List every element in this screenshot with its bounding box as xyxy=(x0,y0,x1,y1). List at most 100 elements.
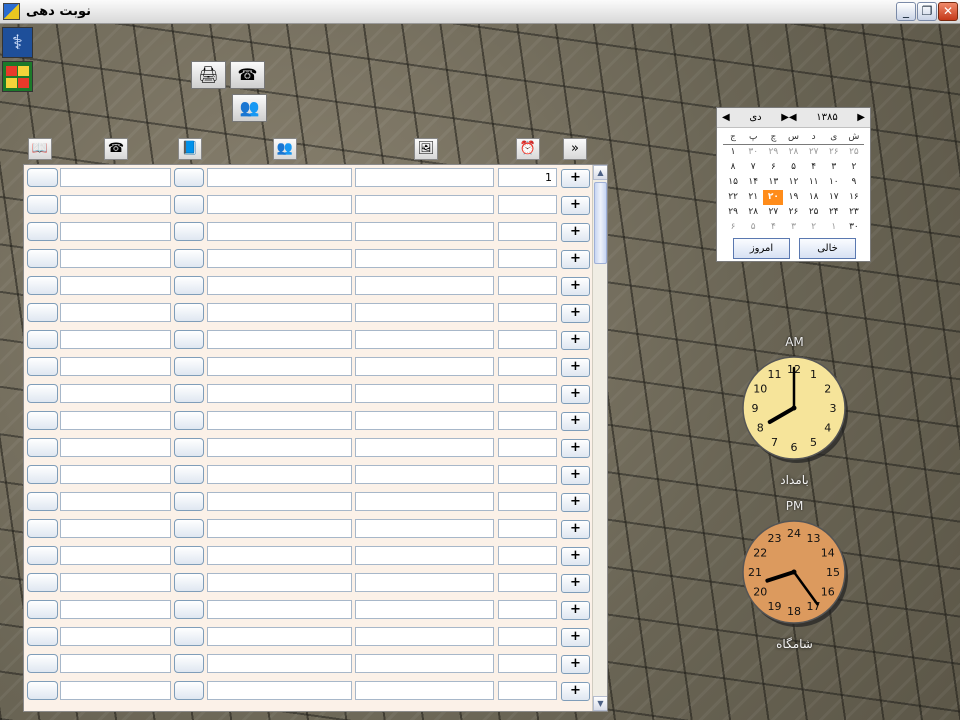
next-year-icon[interactable]: ▶ xyxy=(857,112,865,123)
calendar-day[interactable]: ۲۵ xyxy=(844,145,864,160)
add-button[interactable]: + xyxy=(561,385,590,404)
month-name[interactable]: دی xyxy=(749,112,761,123)
turn-number-field[interactable] xyxy=(498,573,557,592)
calendar-day[interactable]: ۳۰ xyxy=(844,220,864,235)
turn-number-field[interactable] xyxy=(498,411,557,430)
row-select-button[interactable] xyxy=(27,222,58,241)
phone-field[interactable] xyxy=(60,168,171,187)
prev-month-icon[interactable]: ◀ xyxy=(722,112,730,123)
calendar-day[interactable]: ۷ xyxy=(743,160,763,175)
turn-number-field[interactable] xyxy=(498,519,557,538)
name-field[interactable] xyxy=(207,357,352,376)
row-select-button[interactable] xyxy=(27,681,58,700)
calendar-day[interactable]: ۴ xyxy=(804,160,824,175)
turn-number-field[interactable] xyxy=(498,276,557,295)
name-field[interactable] xyxy=(207,681,352,700)
phone-field[interactable] xyxy=(60,357,171,376)
calendar-day[interactable]: ۹ xyxy=(844,175,864,190)
turn-number-field[interactable] xyxy=(498,303,557,322)
add-button[interactable]: + xyxy=(561,439,590,458)
scroll-down-arrow-icon[interactable]: ▼ xyxy=(593,696,607,711)
row-select-button[interactable] xyxy=(27,276,58,295)
calendar-day[interactable]: ۱ xyxy=(723,145,743,160)
tiles-icon[interactable] xyxy=(2,61,33,92)
calendar-day[interactable]: ۳۰ xyxy=(743,145,763,160)
phone-field[interactable] xyxy=(60,330,171,349)
name-field[interactable] xyxy=(207,411,352,430)
phone-field[interactable] xyxy=(60,438,171,457)
photo-field[interactable] xyxy=(355,681,494,700)
phone-field[interactable] xyxy=(60,573,171,592)
file-button[interactable] xyxy=(174,573,204,592)
add-button[interactable]: + xyxy=(561,358,590,377)
name-field[interactable] xyxy=(207,465,352,484)
name-field[interactable] xyxy=(207,492,352,511)
row-select-button[interactable] xyxy=(27,357,58,376)
vertical-scrollbar[interactable]: ▲ ▼ xyxy=(592,165,607,711)
photo-field[interactable] xyxy=(355,411,494,430)
row-select-button[interactable] xyxy=(27,168,58,187)
year-nav-icon[interactable]: ▶◀ xyxy=(781,112,796,123)
name-field[interactable] xyxy=(207,222,352,241)
file-button[interactable] xyxy=(174,438,204,457)
calendar-day[interactable]: ۱۰ xyxy=(824,175,844,190)
photo-field[interactable] xyxy=(355,654,494,673)
name-field[interactable] xyxy=(207,168,352,187)
row-select-button[interactable] xyxy=(27,600,58,619)
add-button[interactable]: + xyxy=(561,520,590,539)
photo-field[interactable] xyxy=(355,384,494,403)
photo-field[interactable] xyxy=(355,519,494,538)
file-button[interactable] xyxy=(174,627,204,646)
calendar-day[interactable]: ۵ xyxy=(783,160,803,175)
calendar-day[interactable]: ۳ xyxy=(824,160,844,175)
photo-field[interactable] xyxy=(355,546,494,565)
calendar-day[interactable]: ۲۶ xyxy=(783,205,803,220)
add-button[interactable]: + xyxy=(561,277,590,296)
photo-field[interactable] xyxy=(355,168,494,187)
row-select-button[interactable] xyxy=(27,330,58,349)
phone-field[interactable] xyxy=(60,627,171,646)
phone-icon[interactable]: ☎ xyxy=(230,61,265,89)
turn-number-field[interactable] xyxy=(498,195,557,214)
turn-number-field[interactable] xyxy=(498,681,557,700)
row-select-button[interactable] xyxy=(27,627,58,646)
calendar-day[interactable]: ۲۱ xyxy=(743,190,763,205)
photo-field[interactable] xyxy=(355,465,494,484)
add-button[interactable]: + xyxy=(561,601,590,620)
file-button[interactable] xyxy=(174,330,204,349)
calendar-day[interactable]: ۱۴ xyxy=(743,175,763,190)
calendar-day[interactable]: ۱۱ xyxy=(804,175,824,190)
turn-number-field[interactable] xyxy=(498,384,557,403)
add-button[interactable]: + xyxy=(561,466,590,485)
photo-field[interactable] xyxy=(355,222,494,241)
name-field[interactable] xyxy=(207,438,352,457)
name-field[interactable] xyxy=(207,627,352,646)
photo-field[interactable] xyxy=(355,330,494,349)
calendar-day[interactable]: ۲۹ xyxy=(723,205,743,220)
caduceus-icon[interactable]: ⚕ xyxy=(2,27,33,58)
patients-icon[interactable]: 👥 xyxy=(232,94,267,122)
calendar-day[interactable]: ۲۷ xyxy=(804,145,824,160)
phone-icon[interactable]: ☎ xyxy=(104,138,128,160)
row-select-button[interactable] xyxy=(27,654,58,673)
printer-report-icon[interactable]: 🖨 xyxy=(191,61,226,89)
phone-field[interactable] xyxy=(60,600,171,619)
calendar-day[interactable]: ۶ xyxy=(763,160,783,175)
add-button[interactable]: + xyxy=(561,196,590,215)
calendar-day[interactable]: ۱۲ xyxy=(783,175,803,190)
phone-field[interactable] xyxy=(60,276,171,295)
name-field[interactable] xyxy=(207,249,352,268)
calendar-day[interactable]: ۲۴ xyxy=(824,205,844,220)
name-field[interactable] xyxy=(207,600,352,619)
calendar-day[interactable]: ۵ xyxy=(743,220,763,235)
add-button[interactable]: + xyxy=(561,493,590,512)
photo-field[interactable] xyxy=(355,438,494,457)
people-icon[interactable]: 👥 xyxy=(273,138,297,160)
row-select-button[interactable] xyxy=(27,384,58,403)
row-select-button[interactable] xyxy=(27,411,58,430)
picture-icon[interactable]: 🖼 xyxy=(414,138,438,160)
file-button[interactable] xyxy=(174,222,204,241)
calendar-day[interactable]: ۱۸ xyxy=(804,190,824,205)
calendar-day[interactable]: ۱۷ xyxy=(824,190,844,205)
file-button[interactable] xyxy=(174,654,204,673)
